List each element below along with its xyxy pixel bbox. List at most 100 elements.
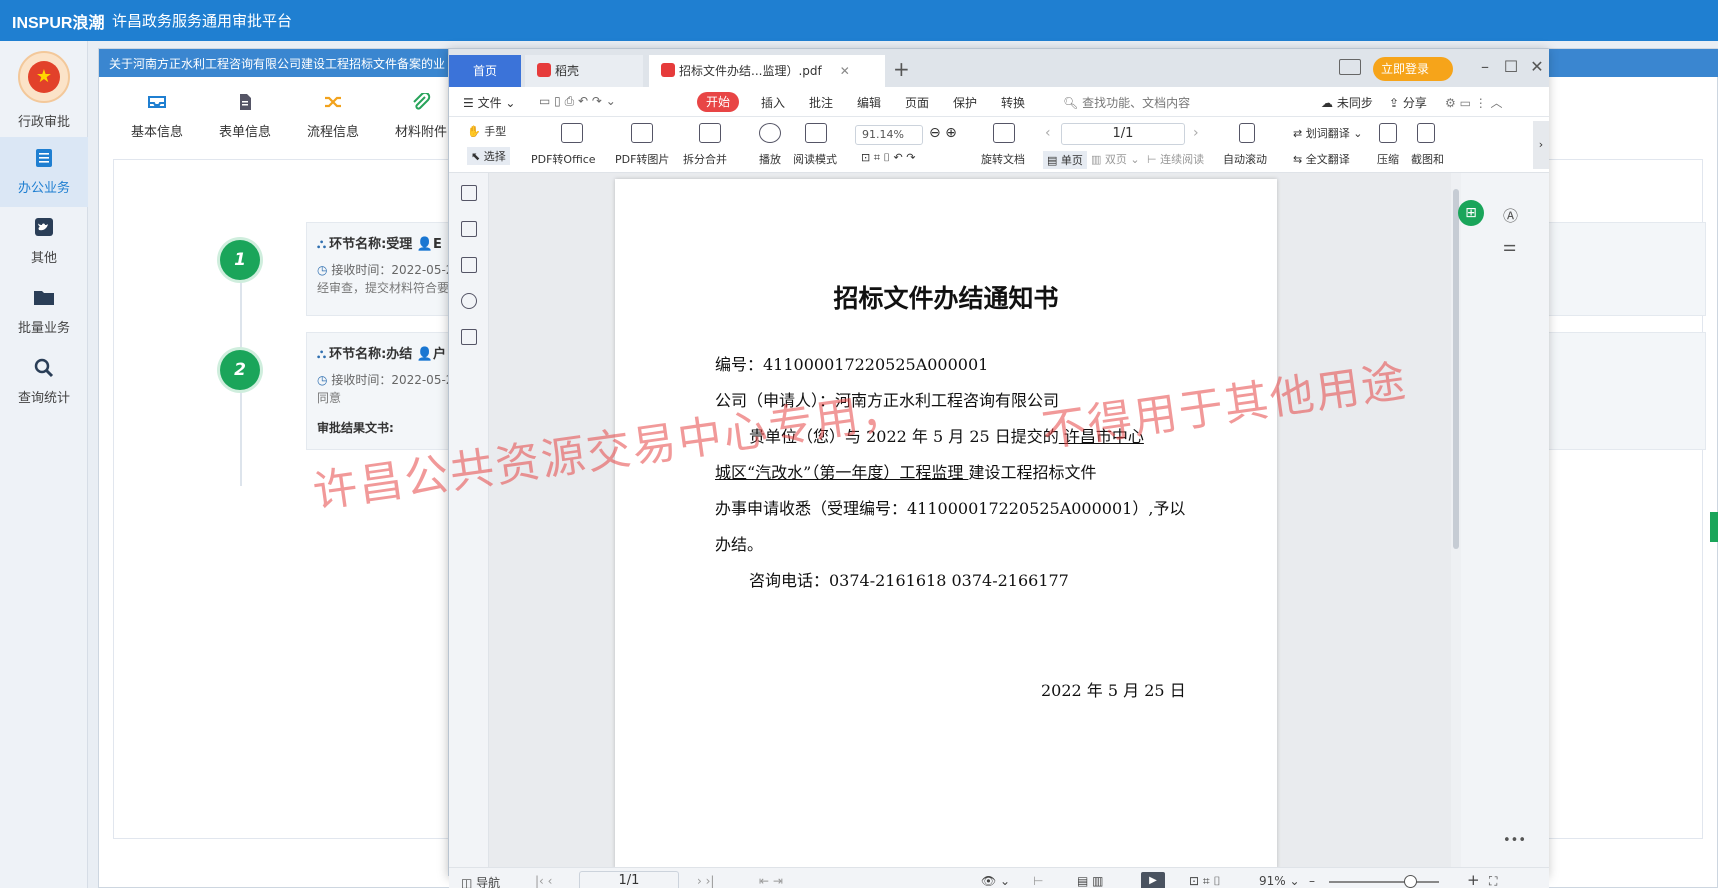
next-last-icons[interactable]: › ›| (697, 874, 714, 888)
menu-insert[interactable]: 插入 (761, 94, 785, 111)
split-merge-button[interactable]: 拆分合并 (683, 151, 727, 167)
menu-protect[interactable]: 保护 (953, 94, 977, 111)
tab-form-info[interactable]: 表单信息 (205, 87, 285, 147)
minimize-icon[interactable]: – (1475, 57, 1495, 77)
zoom-level[interactable]: 91% ⌄ (1259, 874, 1300, 888)
navigation-toggle[interactable]: ◫ 导航 (461, 874, 500, 888)
fit-icons[interactable]: ⇤ ⇥ (759, 874, 783, 888)
menu-page[interactable]: 页面 (905, 94, 929, 111)
fullscreen-icon[interactable]: ⛶ (1489, 874, 1497, 888)
pdf-to-office-button[interactable]: PDF转Office (531, 151, 596, 167)
rotate-button[interactable]: 旋转文档 (981, 151, 1025, 167)
bookmark-icon[interactable] (461, 185, 477, 201)
compress-button[interactable]: 压缩 (1377, 151, 1399, 167)
result-doc-label: 审批结果文书: (317, 421, 394, 435)
share-button[interactable]: ⇪ 分享 (1389, 94, 1427, 111)
document-title: 招标文件办结通知书 (833, 284, 1059, 313)
thumbnail-icon[interactable] (461, 221, 477, 237)
document-number: 编号：411000017220525A000001 (715, 355, 989, 374)
sidebar-item-label: 办公业务 (17, 181, 70, 196)
read-mode-button[interactable]: 阅读模式 (793, 151, 837, 167)
body-line-2: 城区“汽改水”（第一年度）工程监理 建设工程招标文件 (715, 463, 1097, 482)
tab-basic-info[interactable]: 基本信息 (117, 87, 197, 147)
layout-icon[interactable] (1339, 59, 1361, 75)
next-page-icon[interactable]: › (1193, 125, 1199, 141)
single-page-button[interactable]: ▤ 单页 (1043, 151, 1087, 169)
maximize-icon[interactable]: ☐ (1501, 57, 1521, 77)
scroll-thumb[interactable] (1453, 189, 1459, 549)
sidebar-item-batch[interactable]: 批量业务 (0, 277, 88, 347)
tab-docer[interactable]: 稻壳 (525, 55, 643, 87)
quick-icons[interactable]: ▭ ▯ ⎙ ↶ ↷ ⌄ (539, 94, 616, 109)
play-slideshow-icon[interactable]: ▶ (1141, 872, 1165, 888)
emblem-icon: ★ (18, 51, 70, 103)
fit-tools[interactable]: ⊡ ⌗ ⌷ ↶ ↷ (861, 151, 915, 165)
menu-edit[interactable]: 编辑 (857, 94, 881, 111)
first-prev-icons[interactable]: |‹ ‹ (535, 874, 552, 888)
close-window-icon[interactable]: ✕ (1527, 57, 1547, 77)
adjust-icon[interactable]: ⚌ (1503, 237, 1516, 255)
paperclip-icon (413, 93, 431, 110)
menu-comment[interactable]: 批注 (809, 94, 833, 111)
sign-icon[interactable] (461, 329, 477, 345)
more-icon[interactable]: ••• (1503, 833, 1526, 848)
side-tab[interactable] (1710, 512, 1718, 542)
settings-icon[interactable]: ⚙ ▭ ⋮ ︿ (1445, 94, 1503, 111)
toolbar-more-icon[interactable]: › (1533, 121, 1549, 169)
full-translate-button[interactable]: ⇆ 全文翻译 (1293, 151, 1350, 167)
select-tool[interactable]: ⬉ 选择 (467, 147, 510, 165)
screenshot-icon (1417, 123, 1435, 143)
page-input[interactable]: 1/1 (1061, 123, 1185, 145)
sidebar-item-query[interactable]: 查询统计 (0, 347, 88, 417)
pdf-to-office-icon (561, 123, 583, 143)
hand-tool[interactable]: ✋ 手型 (467, 123, 506, 139)
zoom-out-button[interactable]: – (1309, 874, 1315, 888)
play-button[interactable]: 播放 (759, 151, 781, 167)
auto-scroll-button[interactable]: 自动滚动 (1223, 151, 1267, 167)
sidebar: ★ 行政审批 办公业务 其他 批量业务 查询统计 (0, 41, 88, 888)
menu-start[interactable]: 开始 (697, 92, 739, 112)
tab-pdf-file[interactable]: 招标文件办结...监理）.pdf ✕ (649, 55, 885, 87)
double-page-button[interactable]: ▥ 双页 ⌄ (1091, 151, 1140, 167)
table-icon[interactable]: ⊞ (1458, 200, 1484, 226)
sidebar-item-office[interactable]: 办公业务 (0, 137, 88, 207)
close-icon[interactable]: ✕ (840, 64, 850, 78)
menu-file[interactable]: ☰ 文件 ⌄ (463, 94, 515, 111)
vertical-scrollbar[interactable] (1451, 173, 1461, 867)
zoom-in-button[interactable]: + (1467, 871, 1480, 888)
sync-status[interactable]: ☁ 未同步 (1321, 94, 1373, 111)
folder-icon (34, 291, 54, 305)
fit-page-icons[interactable]: ⊡ ⌗ ⌷ (1189, 874, 1221, 888)
word-translate-button[interactable]: ⇄ 划词翻译 ⌄ (1293, 125, 1362, 141)
tab-label: 基本信息 (130, 125, 183, 140)
sidebar-item-other[interactable]: 其他 (0, 207, 88, 277)
issue-date: 2022 年 5 月 25 日 (1041, 681, 1186, 700)
top-bar: INSPUR浪潮 许昌政务服务通用审批平台 (0, 0, 1718, 41)
continuous-read-button[interactable]: ⊢ 连续阅读 (1147, 151, 1204, 167)
zoom-slider[interactable] (1329, 881, 1439, 883)
sitemap-icon: ⛬ (317, 347, 327, 362)
find-icon[interactable]: Ⓐ (1503, 205, 1518, 226)
screenshot-button[interactable]: 截图和 (1411, 151, 1444, 167)
page-layout-icons[interactable]: ⊢ (1033, 874, 1043, 888)
menu-convert[interactable]: 转换 (1001, 94, 1025, 111)
list-icon (36, 149, 52, 167)
zoom-out-icon[interactable]: ⊖ ⊕ (929, 125, 957, 141)
docer-icon (537, 63, 551, 77)
view-mode-icons[interactable]: ▤ ▥ (1077, 874, 1104, 888)
comment-icon[interactable] (461, 257, 477, 273)
attachment-icon[interactable] (461, 293, 477, 309)
feature-search[interactable]: 🔍︎ 查找功能、文档内容 (1063, 94, 1190, 111)
login-button[interactable]: 立即登录 (1373, 57, 1453, 81)
sidebar-header: 行政审批 (17, 115, 70, 130)
status-page-input[interactable]: 1/1 (579, 871, 679, 888)
tab-process-info[interactable]: 流程信息 (293, 87, 373, 147)
tab-home[interactable]: 首页 (449, 55, 521, 87)
pdf-to-image-button[interactable]: PDF转图片 (615, 151, 669, 167)
zoom-select[interactable]: 91.14% (855, 125, 923, 145)
new-tab-button[interactable]: + (893, 57, 910, 81)
step-name: ⛬ 环节名称:办结 👤户 (317, 347, 447, 362)
prev-page-icon[interactable]: ‹ (1045, 125, 1051, 141)
zoom-slider-thumb[interactable] (1404, 875, 1417, 888)
eye-icon[interactable]: 👁︎ ⌄ (981, 874, 1010, 888)
